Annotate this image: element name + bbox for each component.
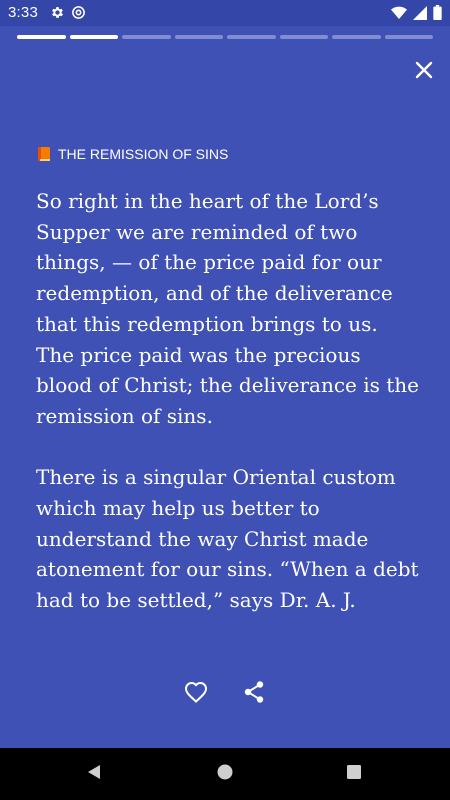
- settings-icon: [50, 5, 65, 25]
- progress-segment-1: [17, 35, 66, 39]
- story-progress-bar: [17, 35, 433, 40]
- status-bar: 3:33: [0, 0, 450, 26]
- home-circle-icon: [216, 763, 234, 786]
- progress-segment-5: [227, 35, 276, 39]
- at-sign-icon: [71, 5, 86, 25]
- paragraph-1: So right in the heart of the Lord’s Supp…: [36, 189, 419, 428]
- wifi-icon: [391, 6, 407, 25]
- progress-segment-2: [69, 35, 118, 39]
- back-triangle-icon: [85, 763, 103, 786]
- battery-icon: [433, 5, 442, 25]
- share-button[interactable]: [240, 680, 268, 708]
- recents-square-icon: [346, 764, 362, 785]
- recents-button[interactable]: [342, 762, 366, 786]
- back-button[interactable]: [82, 762, 106, 786]
- progress-segment-3: [122, 35, 171, 39]
- progress-segment-8: [384, 35, 433, 39]
- home-button[interactable]: [213, 762, 237, 786]
- share-icon: [243, 680, 265, 709]
- reader-content: So right in the heart of the Lord’s Supp…: [36, 186, 421, 616]
- heart-outline-icon: [184, 681, 208, 708]
- paragraph-2: There is a singular Oriental custom whic…: [36, 465, 419, 613]
- book-icon: [36, 146, 52, 162]
- section-header: THE REMISSION OF SINS: [36, 146, 228, 162]
- status-time: 3:33: [8, 4, 38, 21]
- action-bar: [0, 680, 450, 712]
- progress-segment-4: [174, 35, 223, 39]
- section-title: THE REMISSION OF SINS: [58, 146, 229, 162]
- like-button[interactable]: [182, 680, 210, 708]
- navigation-bar: [0, 748, 450, 800]
- cell-signal-icon: [413, 5, 427, 25]
- close-icon: [415, 61, 433, 84]
- progress-segment-7: [332, 35, 381, 39]
- progress-segment-6: [279, 35, 328, 39]
- close-button[interactable]: [410, 58, 438, 86]
